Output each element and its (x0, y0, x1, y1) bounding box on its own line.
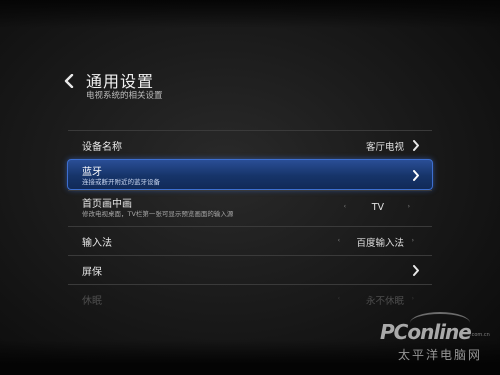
chevron-right-icon (413, 140, 419, 151)
chevron-right-icon (413, 170, 419, 181)
previous-option-arrow[interactable]: ‹ (338, 295, 340, 302)
settings-list: 设备名称 客厅电视 蓝牙 连接或断开附近的蓝牙设备 首页画中画 修改电视桌面，T… (67, 130, 433, 313)
chevron-right-icon (413, 265, 419, 276)
watermark-name: 太平洋电脑网 (398, 348, 483, 362)
setting-screensaver[interactable]: 屏保 (68, 255, 432, 284)
watermark-logo: PConline (380, 320, 472, 344)
next-option-arrow[interactable]: › (412, 237, 414, 244)
setting-value: 客厅电视 (365, 142, 404, 153)
setting-description: 连接或断开附近的蓝牙设备 (82, 178, 160, 186)
top-vignette (0, 0, 500, 28)
setting-label: 屏保 (82, 267, 102, 278)
setting-value: TV (371, 202, 384, 213)
setting-value: 永不休眠 (365, 296, 404, 307)
next-option-arrow[interactable]: › (412, 295, 414, 302)
setting-label: 输入法 (82, 238, 112, 249)
setting-label: 设备名称 (82, 142, 122, 153)
setting-device-name[interactable]: 设备名称 客厅电视 (68, 130, 432, 159)
setting-sleep[interactable]: 休眠 ‹ 永不休眠 › (68, 284, 432, 313)
previous-option-arrow[interactable]: ‹ (344, 203, 346, 210)
watermark-domain: .com.cn (470, 332, 490, 338)
chevron-left-icon[interactable] (64, 74, 74, 88)
setting-input-method[interactable]: 输入法 ‹ 百度输入法 › (68, 226, 432, 255)
previous-option-arrow[interactable]: ‹ (338, 237, 340, 244)
pconline-watermark: PConline .com.cn 太平洋电脑网 (380, 312, 495, 370)
setting-description: 修改电视桌面，TV栏第一张可显示预览画面的输入源 (82, 210, 234, 218)
setting-bluetooth[interactable]: 蓝牙 连接或断开附近的蓝牙设备 (67, 159, 433, 190)
page-subtitle: 电视系统的相关设置 (86, 91, 163, 101)
setting-value: 百度输入法 (356, 238, 404, 249)
tv-settings-screen: 通用设置 电视系统的相关设置 设备名称 客厅电视 蓝牙 连接或断开附近的蓝牙设备… (0, 0, 500, 375)
next-option-arrow[interactable]: › (408, 203, 410, 210)
setting-label: 休眠 (82, 296, 102, 307)
setting-home-pip[interactable]: 首页画中画 修改电视桌面，TV栏第一张可显示预览画面的输入源 ‹ TV › (68, 190, 432, 226)
